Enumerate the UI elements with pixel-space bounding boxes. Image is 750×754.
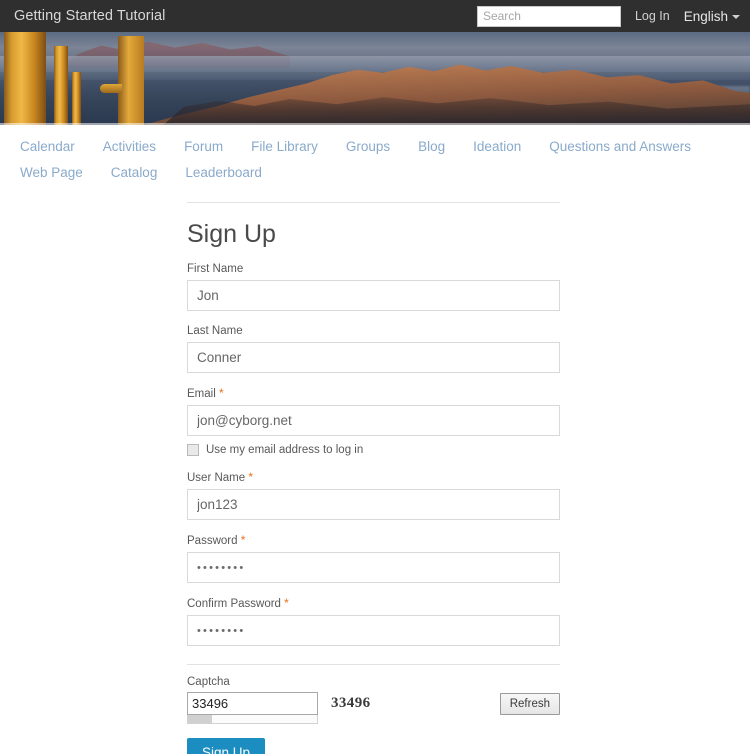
saguaro-cactus-icon xyxy=(118,36,144,125)
required-asterisk: * xyxy=(240,533,246,547)
user-name-label-text: User Name xyxy=(187,472,246,484)
nav-item-forum[interactable]: Forum xyxy=(170,134,237,160)
top-header-bar: Getting Started Tutorial Log In English xyxy=(0,0,750,32)
signup-form: Sign Up First Name Last Name Email * Use… xyxy=(187,202,560,754)
nav-item-catalog[interactable]: Catalog xyxy=(97,160,172,186)
email-input[interactable] xyxy=(187,405,560,436)
captcha-challenge-text: 33496 xyxy=(331,695,371,711)
nav-item-groups[interactable]: Groups xyxy=(332,134,404,160)
field-confirm-password: Confirm Password * •••••••• xyxy=(187,596,560,646)
saguaro-cactus-icon xyxy=(54,46,68,125)
use-email-to-login-checkbox[interactable] xyxy=(187,444,199,456)
email-label-text: Email xyxy=(187,388,216,400)
chevron-down-icon xyxy=(732,15,740,19)
captcha-refresh-button[interactable]: Refresh xyxy=(499,693,560,715)
first-name-input[interactable] xyxy=(187,280,560,311)
password-label: Password * xyxy=(187,533,560,548)
field-last-name: Last Name xyxy=(187,324,560,373)
nav-item-web-page[interactable]: Web Page xyxy=(6,160,97,186)
form-top-divider xyxy=(187,202,560,203)
password-label-text: Password xyxy=(187,535,238,547)
confirm-password-input[interactable]: •••••••• xyxy=(187,615,560,646)
saguaro-cactus-icon xyxy=(72,72,81,125)
saguaro-cactus-icon xyxy=(4,32,46,125)
form-section-divider xyxy=(187,664,560,665)
required-asterisk: * xyxy=(284,596,289,610)
field-email: Email * xyxy=(187,386,560,436)
nav-item-activities[interactable]: Activities xyxy=(89,134,170,160)
required-asterisk: * xyxy=(248,470,254,484)
captcha-label: Captcha xyxy=(187,676,230,688)
nav-item-leaderboard[interactable]: Leaderboard xyxy=(171,160,276,186)
captcha-input[interactable] xyxy=(187,692,318,715)
form-heading: Sign Up xyxy=(187,220,276,248)
nav-item-calendar[interactable]: Calendar xyxy=(6,134,89,160)
language-selector[interactable]: English xyxy=(684,9,740,24)
nav-item-blog[interactable]: Blog xyxy=(404,134,459,160)
hero-banner-image xyxy=(0,32,750,125)
first-name-label: First Name xyxy=(187,263,244,275)
captcha-row: 33496 Refresh xyxy=(187,692,560,724)
captcha-scrollbar-thumb[interactable] xyxy=(188,715,212,723)
use-email-to-login-label: Use my email address to log in xyxy=(206,444,364,456)
nav-item-questions-and-answers[interactable]: Questions and Answers xyxy=(535,134,705,160)
password-input[interactable]: •••••••• xyxy=(187,552,560,583)
nav-link-row: Calendar Activities Forum File Library G… xyxy=(0,134,750,186)
page-content: Sign Up First Name Last Name Email * Use… xyxy=(0,190,750,754)
page-title: Getting Started Tutorial xyxy=(14,8,166,24)
last-name-label: Last Name xyxy=(187,325,243,337)
field-password: Password * •••••••• xyxy=(187,533,560,583)
confirm-password-label-text: Confirm Password xyxy=(187,598,281,610)
user-name-label: User Name * xyxy=(187,470,560,485)
required-asterisk: * xyxy=(218,386,224,400)
user-name-input[interactable] xyxy=(187,489,560,520)
email-label: Email * xyxy=(187,386,560,401)
email-login-checkbox-row[interactable]: Use my email address to log in xyxy=(187,444,560,456)
field-user-name: User Name * xyxy=(187,470,560,520)
captcha-scrollbar[interactable] xyxy=(187,715,318,724)
login-link[interactable]: Log In xyxy=(635,9,670,23)
main-navigation: Calendar Activities Forum File Library G… xyxy=(0,125,750,190)
last-name-input[interactable] xyxy=(187,342,560,373)
header-actions: Log In English xyxy=(476,5,740,27)
nav-item-ideation[interactable]: Ideation xyxy=(459,134,535,160)
cactus-arm xyxy=(100,84,122,93)
field-first-name: First Name xyxy=(187,262,560,311)
captcha-input-group xyxy=(187,692,320,724)
search-input[interactable] xyxy=(476,5,621,27)
language-label: English xyxy=(683,8,728,24)
confirm-password-label: Confirm Password * xyxy=(187,596,560,611)
nav-item-file-library[interactable]: File Library xyxy=(237,134,332,160)
signup-submit-button[interactable]: Sign Up xyxy=(187,738,266,754)
banner-bottom-edge xyxy=(0,123,750,125)
